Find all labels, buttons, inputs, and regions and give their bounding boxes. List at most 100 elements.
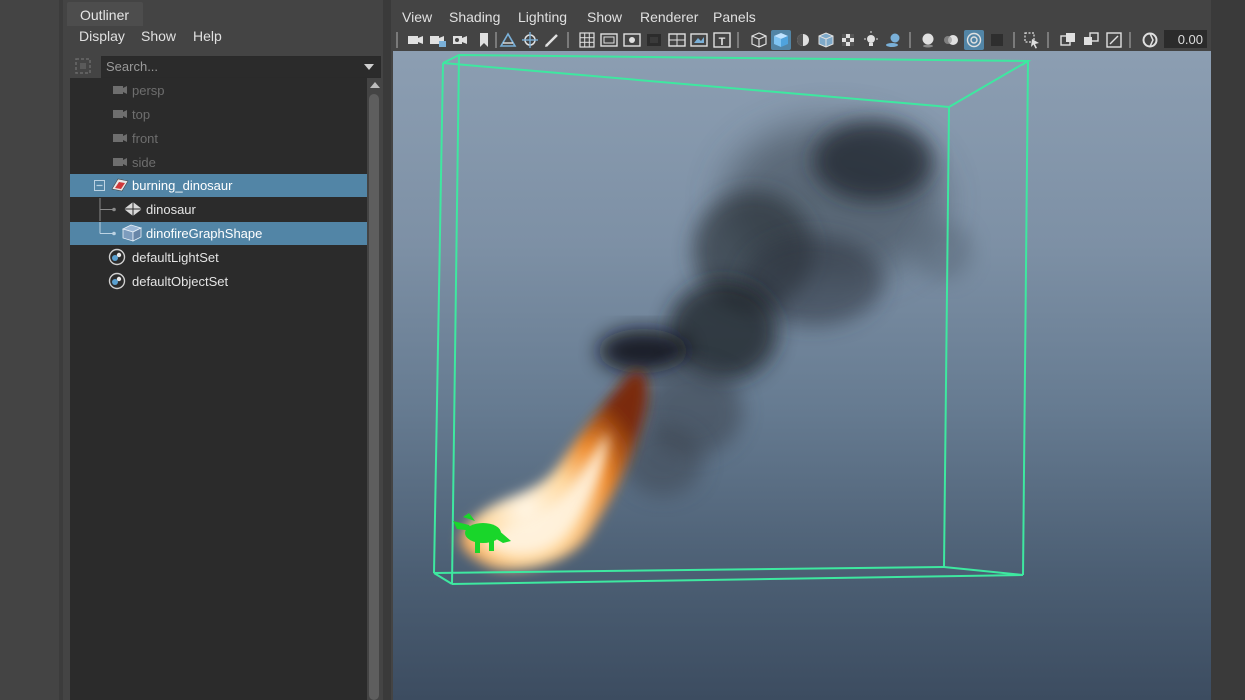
camera-lock-icon[interactable]: [428, 30, 448, 50]
camera-attributes-icon[interactable]: [451, 30, 471, 50]
grease-pencil-icon[interactable]: [542, 30, 562, 50]
tree-item-defaultlightset[interactable]: defaultLightSet: [70, 246, 367, 269]
left-dock-strip: [0, 0, 63, 700]
viewport-3d[interactable]: [393, 51, 1211, 700]
menu-lighting[interactable]: Lighting: [518, 9, 567, 25]
search-row: [67, 54, 383, 78]
screen-space-ao-icon[interactable]: [918, 30, 938, 50]
scroll-up-icon[interactable]: [370, 82, 380, 88]
tree-item-side[interactable]: side: [70, 151, 367, 174]
tree-item-label: persp: [132, 83, 165, 98]
tree-item-burning-dinosaur[interactable]: burning_dinosaur: [70, 174, 367, 197]
smoke-plume: [598, 121, 973, 496]
field-chart-icon[interactable]: [667, 30, 687, 50]
tree-item-top[interactable]: top: [70, 103, 367, 126]
toolbar-separator: [909, 32, 911, 48]
svg-text:T: T: [719, 36, 726, 48]
scene-canvas: [433, 53, 1032, 585]
viewport-toolbar: T 0.00: [391, 29, 1211, 51]
collapse-toggle-icon[interactable]: [94, 180, 105, 191]
xray-active-icon[interactable]: [1081, 30, 1101, 50]
outliner-tree: persp top front side burning_dinosaur di…: [70, 78, 367, 700]
film-gate-icon[interactable]: [599, 30, 619, 50]
viewport-menubar: View Shading Lighting Show Renderer Pane…: [391, 5, 1211, 29]
fluid-container-icon: [121, 224, 143, 242]
dock-edge: [59, 0, 63, 700]
menu-help[interactable]: Help: [193, 28, 222, 44]
search-dropdown-icon[interactable]: [364, 64, 374, 70]
panel-divider[interactable]: [383, 0, 391, 700]
camera-select-icon[interactable]: [405, 30, 425, 50]
bookmark-icon[interactable]: [474, 30, 494, 50]
tree-item-dinosaur[interactable]: dinosaur: [70, 198, 367, 221]
exposure-value-field[interactable]: 0.00: [1164, 30, 1207, 48]
toolbar-separator: [396, 32, 398, 48]
tree-item-label: front: [132, 131, 159, 146]
menu-panels[interactable]: Panels: [713, 9, 756, 25]
camera-icon: [113, 110, 127, 118]
depth-of-field-icon[interactable]: [987, 30, 1007, 50]
set-icon: [108, 272, 126, 290]
outliner-tab-title: Outliner: [80, 7, 130, 23]
tree-item-label: dinosaur: [146, 202, 196, 217]
toolbar-separator: [1129, 32, 1131, 48]
toolbar-separator: [495, 32, 497, 48]
gate-mask-icon[interactable]: [644, 30, 664, 50]
outliner-scrollbar[interactable]: [367, 78, 383, 700]
textured-icon[interactable]: [838, 30, 858, 50]
scroll-thumb[interactable]: [369, 94, 379, 700]
image-plane-icon[interactable]: [498, 30, 518, 50]
tree-item-defaultobjectset[interactable]: defaultObjectSet: [70, 270, 367, 293]
toolbar-separator: [1013, 32, 1015, 48]
menu-shading[interactable]: Shading: [449, 9, 500, 25]
xray-joints-icon[interactable]: [1104, 30, 1124, 50]
shadows-icon[interactable]: [883, 30, 903, 50]
tree-item-persp[interactable]: persp: [70, 79, 367, 102]
default-material-icon[interactable]: [793, 30, 813, 50]
toolbar-separator: [567, 32, 569, 48]
toolbar-separator: [737, 32, 739, 48]
motion-blur-icon[interactable]: [941, 30, 961, 50]
camera-icon: [113, 86, 127, 94]
tree-item-label: top: [132, 107, 151, 122]
xray-icon[interactable]: [1058, 30, 1078, 50]
outliner-menubar: Display Show Help: [67, 26, 383, 50]
grid-icon[interactable]: [577, 30, 597, 50]
exposure-value: 0.00: [1177, 32, 1203, 47]
isolate-select-icon[interactable]: [1022, 30, 1042, 50]
multisample-aa-icon[interactable]: [964, 30, 984, 50]
wireframe-on-shaded-icon[interactable]: [816, 30, 836, 50]
tree-item-label: side: [132, 155, 156, 170]
right-dock-strip: [1211, 0, 1245, 700]
safe-action-icon[interactable]: [689, 30, 709, 50]
filter-icon[interactable]: [73, 56, 93, 76]
tree-item-front[interactable]: front: [70, 127, 367, 150]
tree-item-label: dinofireGraphShape: [146, 226, 263, 241]
exposure-icon[interactable]: [1140, 30, 1160, 50]
search-input[interactable]: [104, 58, 358, 75]
search-box[interactable]: [101, 56, 381, 78]
mesh-icon: [124, 202, 142, 216]
smooth-shade-icon[interactable]: [771, 30, 791, 50]
resolution-gate-icon[interactable]: [622, 30, 642, 50]
tree-item-dinofiregraphshape[interactable]: dinofireGraphShape: [70, 222, 367, 245]
menu-display[interactable]: Display: [79, 28, 125, 44]
tree-connector-icon: [99, 198, 116, 221]
camera-icon: [113, 134, 127, 142]
set-icon: [108, 248, 126, 266]
menu-show[interactable]: Show: [587, 9, 622, 25]
wireframe-icon[interactable]: [749, 30, 769, 50]
menu-view[interactable]: View: [402, 9, 432, 25]
outliner-panel: Outliner Display Show Help persp top fro…: [67, 0, 383, 700]
safe-title-icon[interactable]: T: [712, 30, 732, 50]
outliner-tab[interactable]: Outliner: [67, 2, 143, 26]
camera-icon: [113, 158, 127, 166]
tree-item-label: defaultLightSet: [132, 250, 219, 265]
tree-item-label: defaultObjectSet: [132, 274, 229, 289]
menu-show[interactable]: Show: [141, 28, 176, 44]
two-d-pan-icon[interactable]: [520, 30, 540, 50]
tree-connector-icon: [99, 222, 116, 236]
menu-renderer[interactable]: Renderer: [640, 9, 698, 25]
use-lights-icon[interactable]: [861, 30, 881, 50]
toolbar-separator: [1047, 32, 1049, 48]
